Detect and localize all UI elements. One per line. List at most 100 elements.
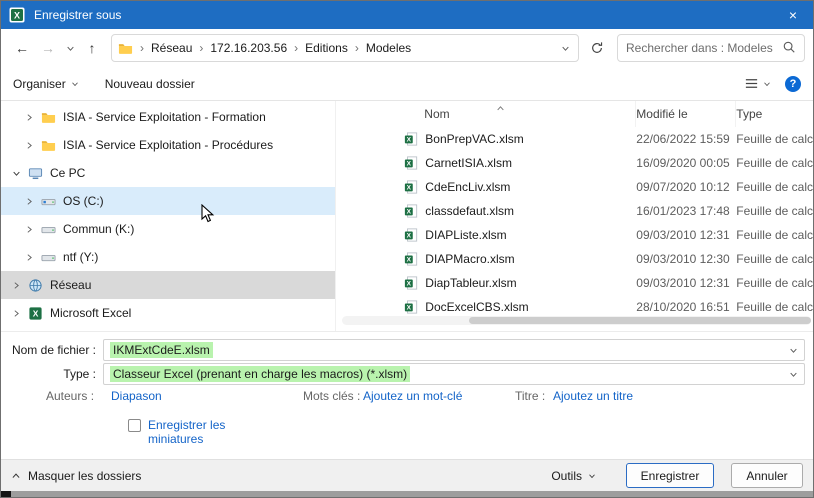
excel-file-icon: X: [404, 180, 419, 194]
address-dropdown-icon[interactable]: [559, 44, 572, 53]
chevron-down-icon[interactable]: [789, 370, 798, 379]
filename-input[interactable]: IKMExtCdeE.xlsm: [103, 339, 805, 361]
file-name: DiapTableur.xlsm: [425, 276, 516, 290]
file-modified: 16/09/2020 00:05: [636, 156, 736, 170]
file-row[interactable]: XDIAPListe.xlsm09/03/2010 12:31Feuille d…: [336, 223, 813, 247]
filetype-select[interactable]: Classeur Excel (prenant en charge les ma…: [103, 363, 805, 385]
close-button[interactable]: ×: [773, 1, 813, 29]
chevron-right-icon[interactable]: [22, 253, 36, 262]
search-box[interactable]: [617, 34, 805, 62]
save-button[interactable]: Enregistrer: [626, 463, 714, 488]
scrollbar-thumb[interactable]: [469, 317, 811, 324]
sidebar-item[interactable]: Réseau: [1, 271, 335, 299]
up-button[interactable]: ↑: [79, 35, 105, 61]
chevron-right-icon[interactable]: [22, 141, 36, 150]
sidebar-item[interactable]: Commun (K:): [1, 215, 335, 243]
file-modified: 16/01/2023 17:48: [636, 204, 736, 218]
file-name: CdeEncLiv.xlsm: [425, 180, 510, 194]
mouse-cursor: [201, 204, 215, 227]
sidebar-item-label: Ce PC: [50, 166, 85, 180]
svg-text:X: X: [407, 256, 412, 263]
file-name-cell: XDIAPMacro.xlsm: [336, 252, 636, 266]
column-name-label: Nom: [424, 107, 449, 121]
svg-text:X: X: [407, 136, 412, 143]
back-button[interactable]: ←: [9, 35, 35, 61]
breadcrumb-item[interactable]: Réseau: [148, 41, 195, 55]
chevron-right-icon[interactable]: [9, 281, 23, 290]
organize-menu[interactable]: Organiser: [13, 77, 79, 91]
chevron-right-icon[interactable]: [22, 225, 36, 234]
chevron-right-icon[interactable]: [22, 197, 36, 206]
svg-text:X: X: [407, 280, 412, 287]
file-row[interactable]: XDiapTableur.xlsm09/03/2010 12:31Feuille…: [336, 271, 813, 295]
file-name-cell: XCarnetISIA.xlsm: [336, 156, 636, 170]
file-row[interactable]: XCarnetISIA.xlsm16/09/2020 00:05Feuille …: [336, 151, 813, 175]
file-type: Feuille de calc: [736, 132, 813, 146]
file-type: Feuille de calc: [736, 276, 813, 290]
file-row[interactable]: XDIAPMacro.xlsm09/03/2010 12:30Feuille d…: [336, 247, 813, 271]
filename-label: Nom de fichier :: [1, 339, 103, 361]
excel-file-icon: X: [404, 156, 419, 170]
hide-folders-button[interactable]: Masquer les dossiers: [11, 469, 141, 483]
view-toggle-button[interactable]: [744, 76, 771, 91]
sidebar-item[interactable]: Ce PC: [1, 159, 335, 187]
file-row[interactable]: XBonPrepVAC.xlsm22/06/2022 15:59Feuille …: [336, 127, 813, 151]
sidebar-item[interactable]: ISIA - Service Exploitation - Procédures: [1, 131, 335, 159]
pc-icon: [27, 166, 44, 181]
folder-icon: [40, 138, 57, 153]
forward-button[interactable]: →: [35, 35, 61, 61]
sidebar-item[interactable]: XMicrosoft Excel: [1, 299, 335, 327]
search-input[interactable]: [626, 41, 782, 55]
thumbnails-label: Enregistrer les miniatures: [148, 418, 240, 446]
tools-menu[interactable]: Outils: [551, 469, 596, 483]
list-header: Nom Modifié le Type: [336, 101, 813, 127]
column-header-modified[interactable]: Modifié le: [636, 101, 736, 127]
tags-label: Mots clés :: [303, 389, 360, 403]
sidebar-item[interactable]: ISIA - Service Exploitation - Formation: [1, 103, 335, 131]
file-name-cell: XDocExcelCBS.xlsm: [336, 300, 636, 314]
breadcrumb-separator: ›: [195, 41, 207, 55]
file-row[interactable]: Xclassdefaut.xlsm16/01/2023 17:48Feuille…: [336, 199, 813, 223]
tools-label: Outils: [551, 469, 582, 483]
new-folder-label: Nouveau dossier: [105, 77, 195, 91]
main-area: ISIA - Service Exploitation - FormationI…: [1, 101, 813, 331]
thumbnails-checkbox[interactable]: [128, 419, 141, 432]
file-modified: 28/10/2020 16:51: [636, 300, 736, 314]
address-bar[interactable]: ›Réseau›172.16.203.56›Editions›Modeles: [111, 34, 579, 62]
sidebar-item[interactable]: OS (C:): [1, 187, 335, 215]
file-name: DIAPListe.xlsm: [425, 228, 506, 242]
chevron-down-icon[interactable]: [789, 346, 798, 355]
tags-value[interactable]: Ajoutez un mot-clé: [363, 389, 462, 403]
chevron-right-icon[interactable]: [9, 309, 23, 318]
help-button[interactable]: ?: [785, 76, 801, 92]
filetype-value: Classeur Excel (prenant en charge les ma…: [110, 366, 410, 382]
sort-ascending-icon: [496, 102, 505, 116]
file-row[interactable]: XCdeEncLiv.xlsm09/07/2020 10:12Feuille d…: [336, 175, 813, 199]
chevron-down-icon: [71, 80, 79, 88]
column-header-type[interactable]: Type: [736, 101, 813, 127]
footer-bar: Masquer les dossiers Outils Enregistrer …: [1, 459, 813, 491]
file-type: Feuille de calc: [736, 300, 813, 314]
breadcrumb-item[interactable]: Editions: [302, 41, 351, 55]
new-folder-button[interactable]: Nouveau dossier: [105, 77, 195, 91]
chevron-down-icon[interactable]: [9, 169, 23, 178]
breadcrumb-item[interactable]: Modeles: [363, 41, 414, 55]
history-dropdown-icon[interactable]: [61, 35, 79, 61]
excel-file-icon: X: [404, 276, 419, 290]
svg-text:X: X: [407, 232, 412, 239]
title-label: Titre :: [515, 389, 545, 403]
horizontal-scrollbar[interactable]: [342, 316, 811, 325]
excel-file-icon: X: [404, 204, 419, 218]
cancel-button[interactable]: Annuler: [731, 463, 803, 488]
save-as-dialog: X Enregistrer sous × ← → ↑ ›Réseau›172.1…: [0, 0, 814, 498]
search-icon: [782, 40, 796, 57]
breadcrumb-item[interactable]: 172.16.203.56: [207, 41, 290, 55]
sidebar-item[interactable]: ntf (Y:): [1, 243, 335, 271]
refresh-button[interactable]: [585, 36, 609, 60]
authors-value[interactable]: Diapason: [111, 389, 162, 403]
title-value[interactable]: Ajoutez un titre: [553, 389, 633, 403]
chevron-right-icon[interactable]: [22, 113, 36, 122]
sidebar-tree: ISIA - Service Exploitation - FormationI…: [1, 101, 335, 331]
excel-file-icon: X: [404, 132, 419, 146]
column-header-name[interactable]: Nom: [336, 101, 636, 127]
